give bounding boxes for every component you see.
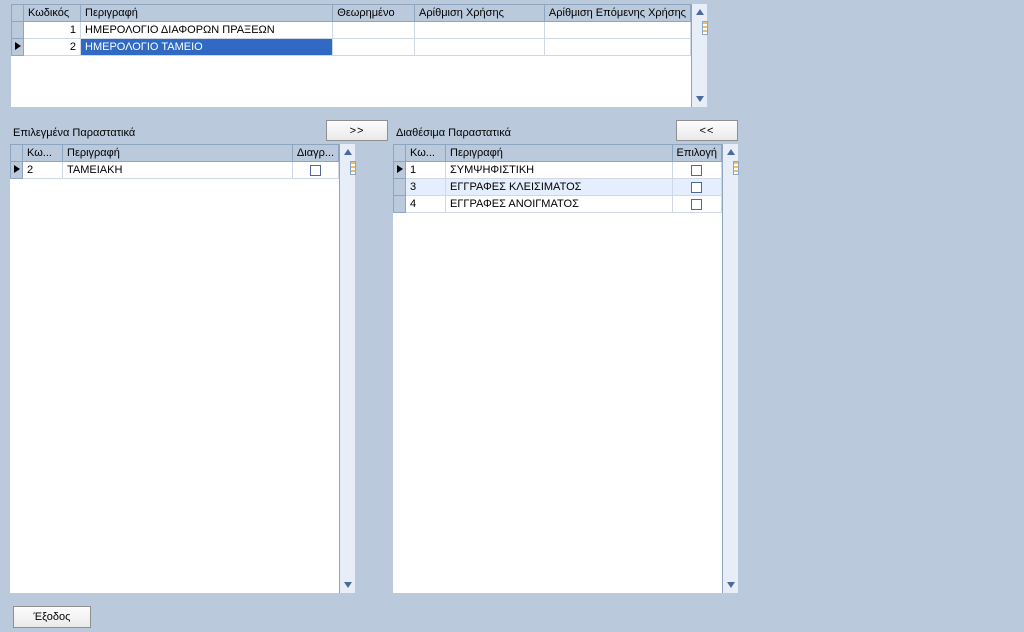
move-left-button[interactable]: << (676, 120, 738, 141)
top-grid-scrollbar[interactable] (691, 4, 707, 107)
col-theor[interactable]: Θεωρημένο (333, 5, 415, 22)
table-row[interactable]: 1ΗΜΕΡΟΛΟΓΙΟ ΔΙΑΦΟΡΩΝ ΠΡΑΞΕΩΝ (12, 22, 691, 39)
col-code[interactable]: Κω... (23, 145, 63, 162)
selected-label: Επιλεγμένα Παραστατικά (13, 127, 135, 139)
corner-header (11, 145, 23, 162)
row-indicator (12, 22, 24, 39)
col-desc[interactable]: Περιγραφή (81, 5, 333, 22)
scroll-down-icon[interactable] (692, 91, 708, 107)
row-indicator (12, 39, 24, 56)
checkbox-icon[interactable] (691, 165, 702, 176)
table-row[interactable]: 1ΣΥΜΨΗΦΙΣΤΙΚΗ (394, 162, 722, 179)
cell-desc[interactable]: ΕΓΓΡΑΦΕΣ ΑΝΟΙΓΜΑΤΟΣ (446, 196, 673, 213)
cell-desc[interactable]: ΕΓΓΡΑΦΕΣ ΚΛΕΙΣΙΜΑΤΟΣ (446, 179, 673, 196)
table-row[interactable]: 4ΕΓΓΡΑΦΕΣ ΑΝΟΙΓΜΑΤΟΣ (394, 196, 722, 213)
cell-code[interactable]: 2 (23, 162, 63, 179)
move-right-button[interactable]: >> (326, 120, 388, 141)
available-grid: Κω... Περιγραφή Επιλογή 1ΣΥΜΨΗΦΙΣΤΙΚΗ3ΕΓ… (393, 144, 738, 593)
col-desc[interactable]: Περιγραφή (63, 145, 293, 162)
exit-button[interactable]: Έξοδος (13, 606, 91, 628)
col-del[interactable]: Διαγρ... (292, 145, 338, 162)
cell-empty[interactable] (544, 39, 690, 56)
scroll-up-icon[interactable] (723, 144, 739, 160)
cell-code[interactable]: 4 (406, 196, 446, 213)
top-grid: Κωδικός Περιγραφή Θεωρημένο Αρίθμιση Χρή… (10, 3, 708, 108)
row-indicator (394, 179, 406, 196)
col-code[interactable]: Κω... (406, 145, 446, 162)
col-desc[interactable]: Περιγραφή (446, 145, 673, 162)
selected-grid: Κω... Περιγραφή Διαγρ... 2ΤΑΜΕΙΑΚΗ (10, 144, 355, 593)
cell-desc[interactable]: ΤΑΜΕΙΑΚΗ (63, 162, 293, 179)
col-sel[interactable]: Επιλογή (672, 145, 721, 162)
cell-desc[interactable]: ΗΜΕΡΟΛΟΓΙΟ ΔΙΑΦΟΡΩΝ ΠΡΑΞΕΩΝ (81, 22, 333, 39)
cell-code[interactable]: 1 (24, 22, 81, 39)
col-num-next[interactable]: Αρίθμιση Επόμενης Χρήσης (544, 5, 690, 22)
top-grid-table[interactable]: Κωδικός Περιγραφή Θεωρημένο Αρίθμιση Χρή… (11, 4, 691, 56)
scroll-down-icon[interactable] (723, 577, 739, 593)
row-indicator (394, 196, 406, 213)
available-grid-scrollbar[interactable] (722, 144, 738, 593)
row-indicator (11, 162, 23, 179)
scroll-up-icon[interactable] (340, 144, 356, 160)
cell-code[interactable]: 3 (406, 179, 446, 196)
cell-checkbox[interactable] (672, 179, 721, 196)
cell-code[interactable]: 1 (406, 162, 446, 179)
cell-empty[interactable] (333, 22, 415, 39)
cell-checkbox[interactable] (292, 162, 338, 179)
table-row[interactable]: 2ΗΜΕΡΟΛΟΓΙΟ ΤΑΜΕΙΟ (12, 39, 691, 56)
available-grid-table[interactable]: Κω... Περιγραφή Επιλογή 1ΣΥΜΨΗΦΙΣΤΙΚΗ3ΕΓ… (393, 144, 722, 213)
scroll-down-icon[interactable] (340, 577, 356, 593)
cell-checkbox[interactable] (672, 196, 721, 213)
cell-empty[interactable] (544, 22, 690, 39)
cell-empty[interactable] (333, 39, 415, 56)
row-indicator (394, 162, 406, 179)
selected-grid-table[interactable]: Κω... Περιγραφή Διαγρ... 2ΤΑΜΕΙΑΚΗ (10, 144, 339, 179)
current-row-marker-icon (397, 165, 403, 173)
checkbox-icon[interactable] (310, 165, 321, 176)
cell-code[interactable]: 2 (24, 39, 81, 56)
cell-checkbox[interactable] (672, 162, 721, 179)
current-row-marker-icon (14, 165, 20, 173)
col-num-use[interactable]: Αρίθμιση Χρήσης (415, 5, 545, 22)
checkbox-icon[interactable] (691, 182, 702, 193)
checkbox-icon[interactable] (691, 199, 702, 210)
grid-edit-strip-icon (702, 21, 708, 35)
table-row[interactable]: 2ΤΑΜΕΙΑΚΗ (11, 162, 339, 179)
scroll-up-icon[interactable] (692, 4, 708, 20)
grid-edit-strip-icon (733, 161, 739, 175)
grid-edit-strip-icon (350, 161, 356, 175)
cell-empty[interactable] (415, 39, 545, 56)
cell-desc[interactable]: ΗΜΕΡΟΛΟΓΙΟ ΤΑΜΕΙΟ (81, 39, 333, 56)
corner-header (12, 5, 24, 22)
corner-header (394, 145, 406, 162)
col-code[interactable]: Κωδικός (24, 5, 81, 22)
available-label: Διαθέσιμα Παραστατικά (396, 127, 511, 139)
cell-empty[interactable] (415, 22, 545, 39)
current-row-marker-icon (15, 42, 21, 50)
cell-desc[interactable]: ΣΥΜΨΗΦΙΣΤΙΚΗ (446, 162, 673, 179)
selected-grid-scrollbar[interactable] (339, 144, 355, 593)
table-row[interactable]: 3ΕΓΓΡΑΦΕΣ ΚΛΕΙΣΙΜΑΤΟΣ (394, 179, 722, 196)
